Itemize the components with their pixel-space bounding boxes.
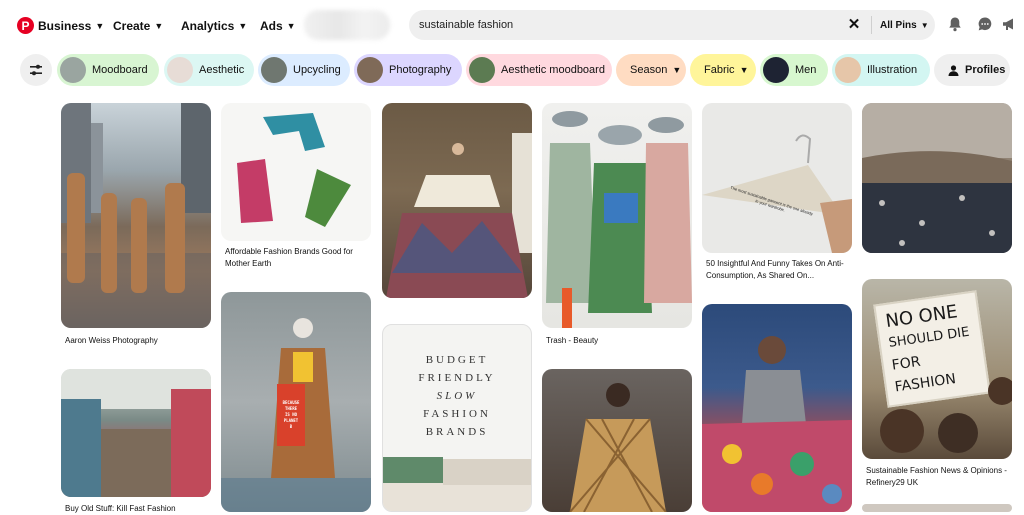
- close-icon[interactable]: ✕: [846, 17, 862, 33]
- chip-photography[interactable]: Photography: [354, 54, 462, 86]
- pin-illustration: [569, 383, 667, 512]
- top-navigation-bar: P Business ▼ Create ▼ Analytics ▼ Ads ▼ …: [0, 0, 1024, 50]
- search-divider: [871, 16, 872, 34]
- nav-analytics-label: Analytics: [181, 19, 235, 33]
- pin-caption[interactable]: Trash - Beauty: [546, 335, 686, 347]
- filter-sliders-icon: [30, 64, 42, 76]
- chip-thumbnail: [167, 57, 193, 83]
- pin-illustration: [702, 336, 852, 512]
- chip-illustration[interactable]: Illustration: [832, 54, 930, 86]
- search-scope-label: All Pins: [880, 19, 917, 31]
- chip-label: Moodboard: [92, 64, 148, 76]
- nav-analytics[interactable]: Analytics ▼: [181, 17, 247, 35]
- chip-thumbnail: [60, 57, 86, 83]
- chip-thumbnail: [261, 57, 287, 83]
- chip-men[interactable]: Men: [760, 54, 828, 86]
- pin-image-shoes-pile[interactable]: [702, 304, 852, 512]
- nav-business-label: Business: [38, 19, 92, 33]
- pin-caption[interactable]: Affordable Fashion Brands Good for Mothe…: [225, 246, 365, 270]
- chip-profiles[interactable]: Profiles: [934, 54, 1010, 86]
- pinterest-logo-icon[interactable]: P: [17, 17, 34, 34]
- pin-caption[interactable]: 50 Insightful And Funny Takes On Anti-Co…: [706, 258, 852, 282]
- nav-ads-label: Ads: [260, 19, 283, 33]
- messages-icon[interactable]: [976, 15, 994, 33]
- chevron-down-icon: ▼: [739, 65, 749, 75]
- pin-image-protest-sign[interactable]: NO ONE SHOULD DIE FOR FASHION: [862, 279, 1012, 459]
- recycle-icon: [237, 113, 351, 227]
- pin-image-trash-beauty[interactable]: [542, 103, 692, 328]
- nav-create-label: Create: [113, 19, 151, 33]
- pin-image-clothing-wall[interactable]: [61, 369, 211, 497]
- chip-label: Profiles: [965, 64, 1006, 76]
- chip-season-dropdown[interactable]: Season ▼: [616, 54, 686, 86]
- chip-label: Aesthetic moodboard: [501, 64, 605, 76]
- coat-sign-text: B: [289, 424, 293, 429]
- pin-image-textile-dump[interactable]: [862, 103, 1012, 253]
- pin-illustration: [862, 103, 1012, 253]
- pin-illustration: [61, 369, 211, 497]
- chip-fabric-dropdown[interactable]: Fabric ▼: [690, 54, 756, 86]
- blurred-account-area: [304, 10, 390, 40]
- chip-thumbnail: [835, 57, 861, 83]
- chip-label: Fabric: [704, 64, 735, 76]
- chip-upcycling[interactable]: Upcycling: [258, 54, 350, 86]
- hanger-icon: [702, 134, 852, 253]
- chip-label: Aesthetic: [199, 64, 245, 76]
- nav-ads[interactable]: Ads ▼: [260, 17, 296, 35]
- megaphone-icon[interactable]: [1000, 15, 1018, 33]
- filter-button[interactable]: [20, 54, 52, 86]
- nav-business[interactable]: Business ▼: [38, 17, 104, 35]
- pin-image-recycle-jeans[interactable]: [221, 103, 371, 241]
- pin-image-partial[interactable]: [862, 504, 1012, 512]
- person-icon: [948, 64, 959, 76]
- pin-illustration: [880, 377, 1012, 453]
- pin-illustration: [386, 133, 532, 298]
- chevron-down-icon: ▼: [154, 21, 164, 31]
- pin-image-businesswomen-street[interactable]: [61, 103, 211, 328]
- pin-image-clothes-pile[interactable]: [382, 103, 532, 298]
- pin-illustration: [61, 103, 211, 328]
- pin-caption[interactable]: Sustainable Fashion News & Opinions - Re…: [866, 465, 1012, 489]
- nav-create[interactable]: Create ▼: [113, 17, 163, 35]
- bell-icon[interactable]: [946, 15, 964, 33]
- chevron-down-icon: ▼: [286, 21, 296, 31]
- chevron-down-icon: ▼: [672, 65, 682, 75]
- search-scope-dropdown[interactable]: All Pins ▼: [880, 16, 929, 34]
- chevron-down-icon: ▼: [920, 20, 929, 30]
- coat-sign: BECAUSE THERE IS NO PLANET B: [277, 384, 305, 446]
- pin-image-hanger[interactable]: The most sustainable garment is the one …: [702, 103, 852, 253]
- knit-sweaters-illustration: [383, 457, 531, 511]
- chip-label: Season: [630, 64, 668, 76]
- related-searches-bar: Moodboard Aesthetic Upcycling Photograph…: [0, 54, 1024, 86]
- pin-illustration: [546, 111, 692, 328]
- chip-moodboard[interactable]: Moodboard: [57, 54, 159, 86]
- chip-thumbnail: [357, 57, 383, 83]
- pin-caption[interactable]: Buy Old Stuff: Kill Fast Fashion: [65, 503, 210, 515]
- chip-thumbnail: [763, 57, 789, 83]
- pin-image-book-cover[interactable]: BUDGET FRIENDLY SLOW FASHION BRANDS: [382, 324, 532, 512]
- chip-thumbnail: [469, 57, 495, 83]
- chip-aesthetic-moodboard[interactable]: Aesthetic moodboard: [466, 54, 612, 86]
- chip-label: Illustration: [867, 64, 918, 76]
- chip-label: Photography: [389, 64, 452, 76]
- chevron-down-icon: ▼: [238, 21, 248, 31]
- pin-caption[interactable]: Aaron Weiss Photography: [65, 335, 210, 347]
- pin-image-woven-dress[interactable]: [542, 369, 692, 512]
- chip-label: Upcycling: [293, 64, 341, 76]
- chevron-down-icon: ▼: [95, 21, 105, 31]
- pin-image-coat-protest[interactable]: BECAUSE THERE IS NO PLANET B: [221, 292, 371, 512]
- chip-aesthetic[interactable]: Aesthetic: [164, 54, 254, 86]
- chip-label: Men: [795, 64, 817, 76]
- search-bar[interactable]: ✕ All Pins ▼: [409, 10, 935, 40]
- search-input[interactable]: [419, 16, 829, 34]
